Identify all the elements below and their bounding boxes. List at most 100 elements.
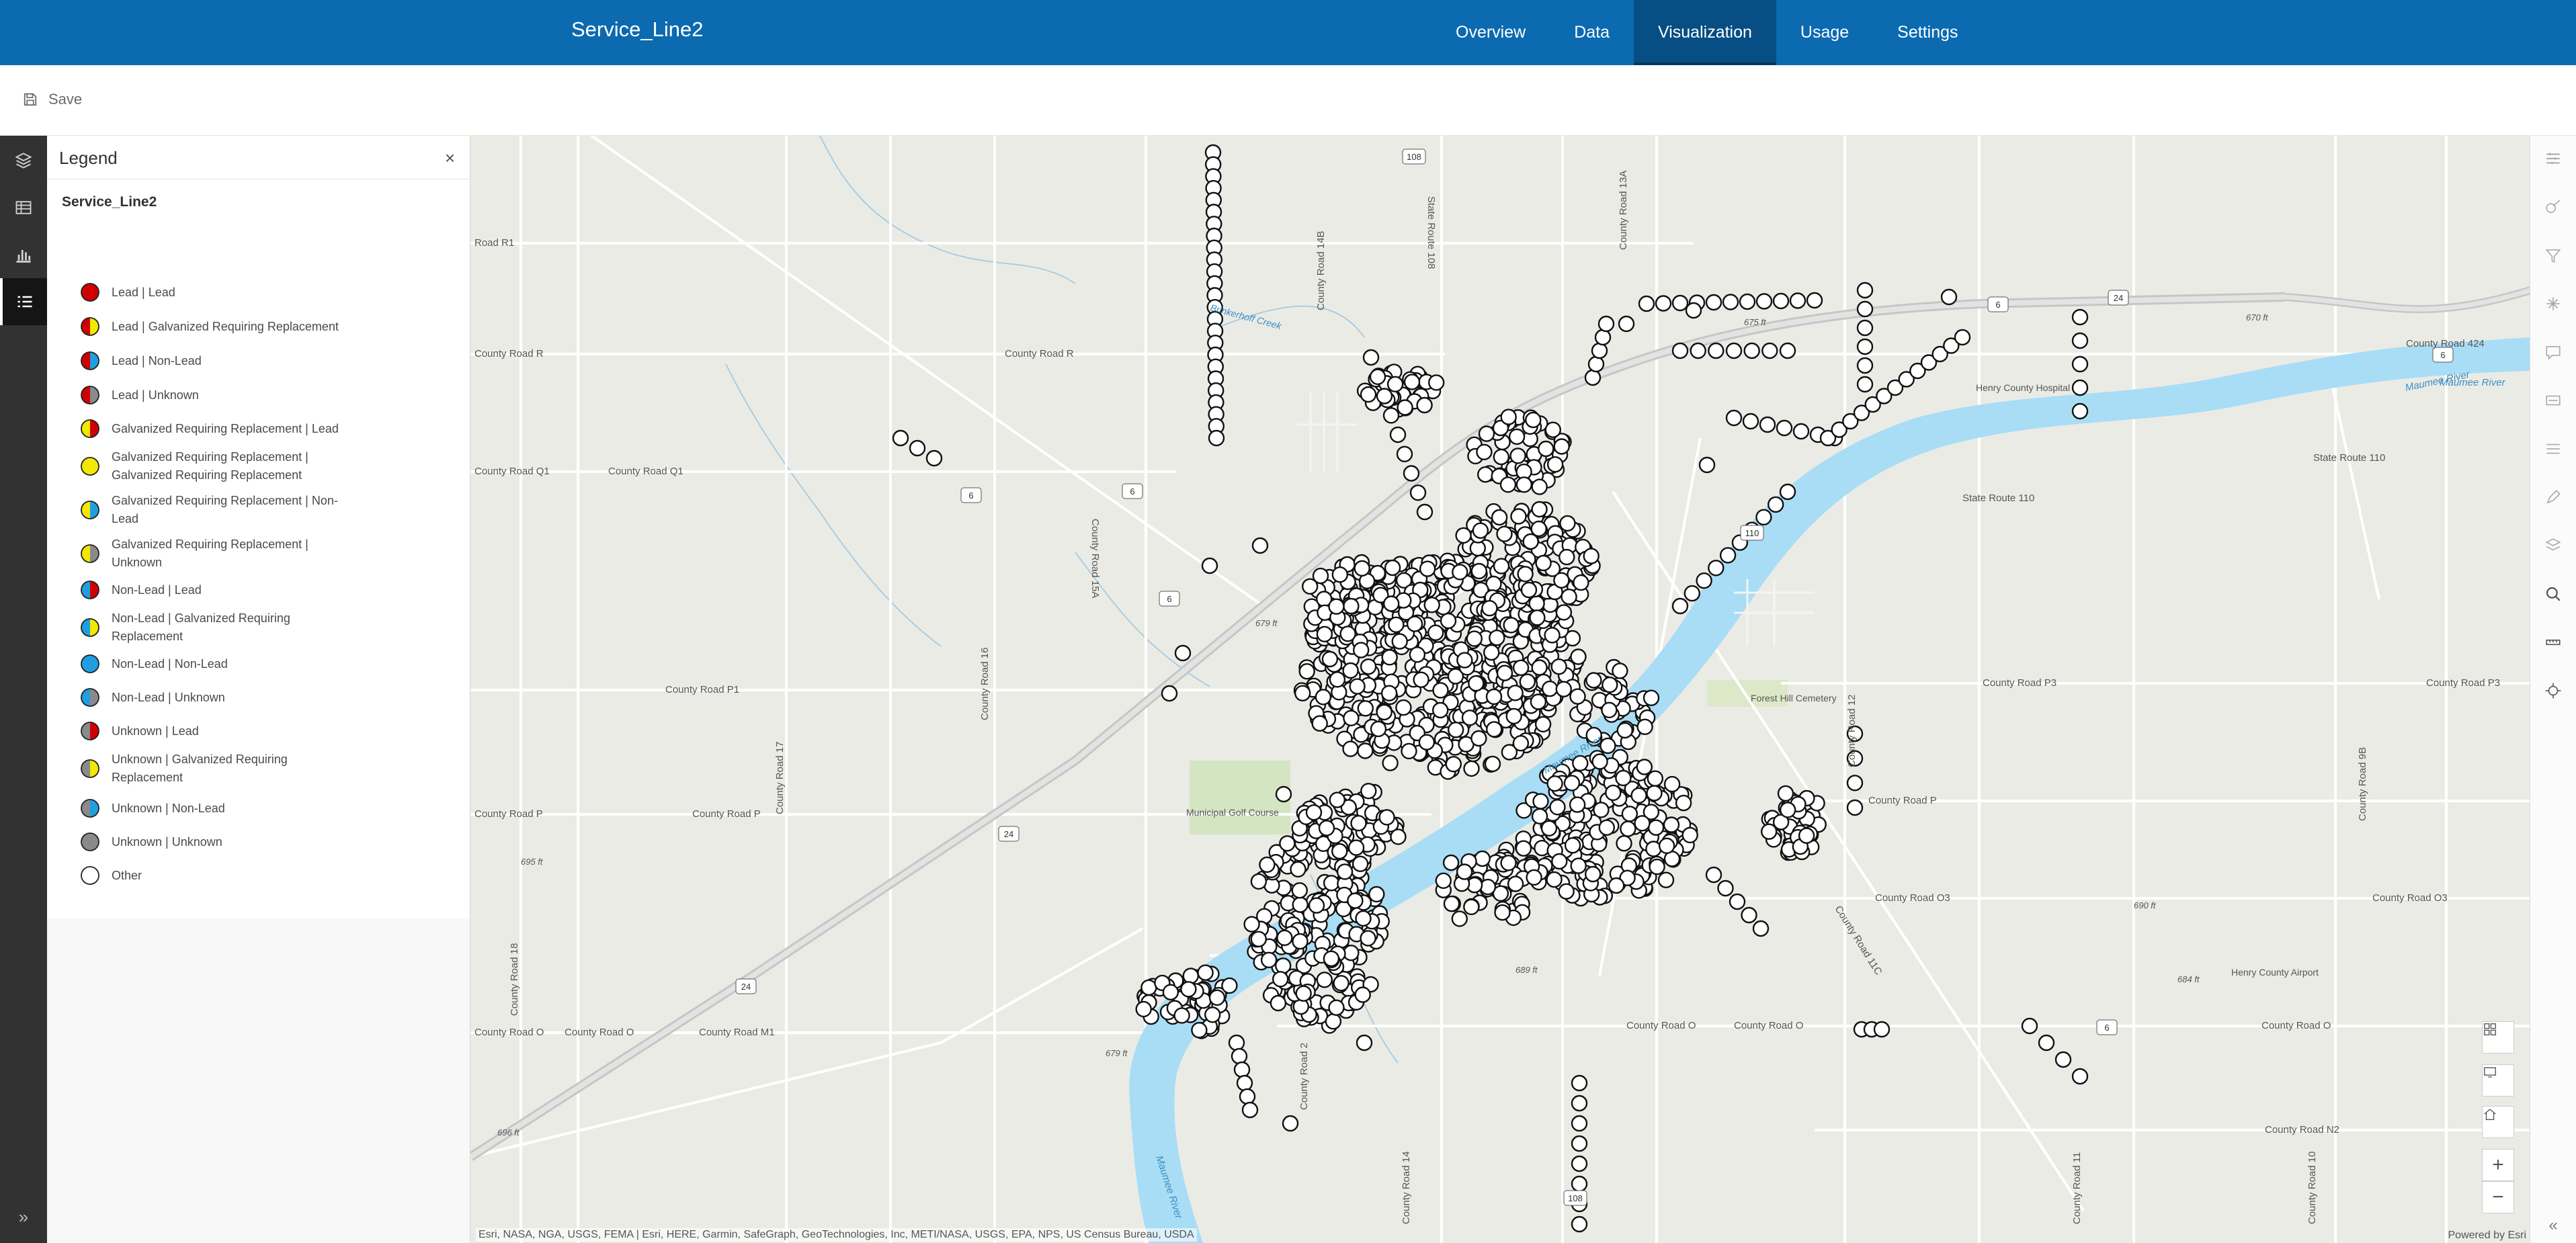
service-line-point[interactable]	[1388, 616, 1405, 633]
service-line-point[interactable]	[1231, 1047, 1248, 1065]
service-line-point[interactable]	[1570, 857, 1587, 874]
service-line-point[interactable]	[1350, 815, 1367, 832]
service-line-point[interactable]	[1546, 871, 1563, 888]
service-line-point[interactable]	[1612, 662, 1628, 679]
service-line-point[interactable]	[1485, 688, 1503, 705]
service-line-point[interactable]	[1584, 369, 1602, 386]
service-line-point[interactable]	[1601, 701, 1618, 718]
service-line-point[interactable]	[1690, 342, 1706, 359]
service-line-point[interactable]	[1599, 737, 1616, 755]
service-line-point[interactable]	[1463, 760, 1480, 777]
service-line-point[interactable]	[1684, 585, 1701, 602]
service-line-point[interactable]	[1401, 742, 1417, 760]
service-line-point[interactable]	[1360, 658, 1377, 675]
service-line-point[interactable]	[1481, 600, 1498, 617]
service-line-point[interactable]	[1431, 701, 1449, 719]
service-line-point[interactable]	[1500, 855, 1517, 871]
service-line-point[interactable]	[1643, 689, 1660, 706]
powered-by-esri[interactable]: Powered by Esri	[2448, 1230, 2527, 1242]
service-line-point[interactable]	[1384, 559, 1401, 576]
service-line-point[interactable]	[1583, 548, 1599, 564]
service-line-point[interactable]	[1564, 837, 1581, 854]
service-line-point[interactable]	[1291, 882, 1308, 899]
service-line-point[interactable]	[1496, 665, 1513, 681]
service-line-point[interactable]	[1505, 708, 1522, 725]
service-line-point[interactable]	[1311, 715, 1328, 732]
service-line-point[interactable]	[1571, 1095, 1588, 1112]
service-line-point[interactable]	[1292, 933, 1308, 950]
labels-button[interactable]	[2530, 380, 2576, 421]
service-line-point[interactable]	[1360, 930, 1376, 947]
service-line-point[interactable]	[1598, 819, 1616, 836]
service-line-point[interactable]	[1418, 734, 1436, 751]
service-line-point[interactable]	[1419, 560, 1436, 577]
service-line-point[interactable]	[1535, 554, 1552, 572]
service-line-point[interactable]	[1741, 906, 1757, 924]
chart-button[interactable]	[0, 231, 47, 278]
service-line-point[interactable]	[1671, 342, 1689, 359]
service-line-point[interactable]	[1396, 445, 1413, 462]
service-line-point[interactable]	[1323, 875, 1340, 892]
service-line-point[interactable]	[2071, 308, 2089, 326]
save-button[interactable]: Save	[23, 91, 82, 108]
service-line-point[interactable]	[1325, 1013, 1342, 1030]
service-line-point[interactable]	[1233, 1061, 1251, 1078]
service-line-point[interactable]	[1275, 785, 1292, 803]
service-line-point[interactable]	[1729, 893, 1746, 910]
service-line-point[interactable]	[1204, 1006, 1221, 1023]
service-line-point[interactable]	[1717, 880, 1734, 897]
service-line-point[interactable]	[1532, 793, 1549, 810]
service-line-point[interactable]	[1427, 374, 1445, 391]
service-line-point[interactable]	[1597, 315, 1615, 333]
service-line-point[interactable]	[1681, 826, 1698, 844]
service-line-point[interactable]	[1515, 840, 1532, 857]
service-line-point[interactable]	[1447, 722, 1464, 738]
service-line-point[interactable]	[1616, 722, 1634, 739]
service-line-point[interactable]	[1571, 1135, 1588, 1152]
service-line-point[interactable]	[1645, 841, 1662, 857]
service-line-point[interactable]	[1646, 785, 1663, 802]
service-line-point[interactable]	[1352, 855, 1369, 872]
service-line-point[interactable]	[1705, 866, 1722, 884]
home-button[interactable]	[2482, 1106, 2514, 1138]
service-line-point[interactable]	[1451, 910, 1468, 927]
service-line-point[interactable]	[1316, 626, 1333, 642]
service-line-point[interactable]	[1409, 484, 1427, 501]
service-line-point[interactable]	[1538, 440, 1554, 458]
properties-button[interactable]	[2530, 138, 2576, 179]
service-line-point[interactable]	[2071, 402, 2089, 420]
service-line-point[interactable]	[1739, 293, 1756, 310]
service-line-point[interactable]	[1208, 989, 1226, 1006]
service-line-point[interactable]	[1725, 409, 1743, 427]
service-line-point[interactable]	[1250, 931, 1268, 947]
service-line-point[interactable]	[1954, 329, 1971, 346]
service-line-point[interactable]	[1360, 386, 1377, 403]
service-line-point[interactable]	[1260, 951, 1278, 969]
service-line-point[interactable]	[1663, 775, 1681, 793]
service-line-point[interactable]	[1510, 508, 1527, 525]
service-line-point[interactable]	[1591, 342, 1608, 359]
service-line-point[interactable]	[1806, 292, 1823, 309]
service-line-point[interactable]	[1528, 595, 1545, 612]
service-line-point[interactable]	[1333, 975, 1349, 992]
service-line-point[interactable]	[1940, 288, 1958, 306]
service-line-point[interactable]	[1241, 1101, 1259, 1119]
service-line-point[interactable]	[1519, 673, 1536, 690]
service-line-point[interactable]	[1638, 295, 1655, 312]
expand-rail-button[interactable]: »	[0, 1207, 47, 1234]
service-line-point[interactable]	[1856, 300, 1874, 318]
service-line-point[interactable]	[1295, 985, 1312, 1002]
service-line-point[interactable]	[1478, 425, 1495, 442]
service-line-point[interactable]	[1301, 578, 1319, 595]
service-line-point[interactable]	[1489, 630, 1505, 646]
service-line-point[interactable]	[1354, 560, 1370, 577]
service-line-point[interactable]	[2071, 355, 2089, 373]
service-line-point[interactable]	[1608, 877, 1625, 894]
service-line-point[interactable]	[1483, 644, 1500, 661]
tab-settings[interactable]: Settings	[1873, 0, 1982, 65]
service-line-point[interactable]	[1658, 837, 1675, 855]
service-line-point[interactable]	[1515, 476, 1533, 493]
service-line-point[interactable]	[1544, 627, 1561, 644]
service-line-point[interactable]	[1585, 672, 1602, 689]
service-line-point[interactable]	[1742, 413, 1759, 430]
